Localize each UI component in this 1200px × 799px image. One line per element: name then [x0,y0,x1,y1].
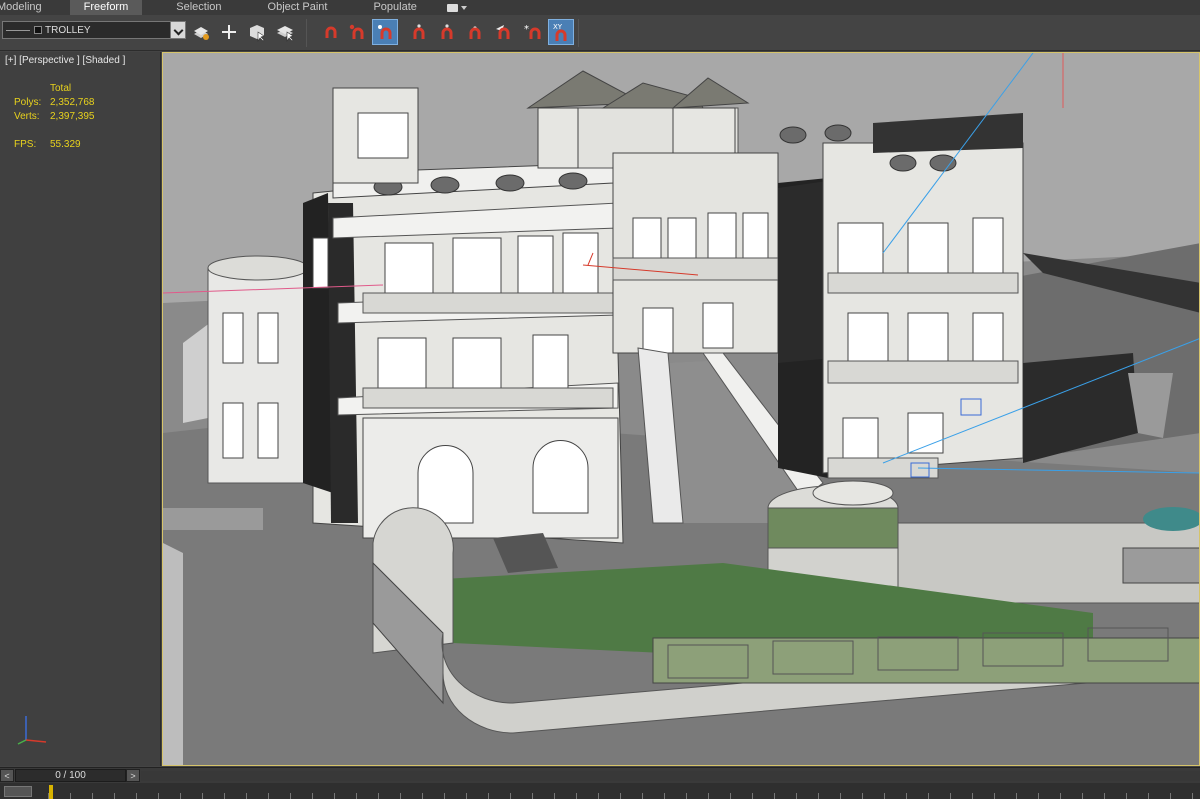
polys-value: 2,352,768 [50,97,95,108]
magnet-up-icon [413,24,425,39]
mansion-3d-scene [163,53,1199,765]
polys-label: Polys: [14,97,42,108]
viewport-label[interactable]: [+] [Perspective ] [Shaded ] [5,55,125,66]
tab-freeform[interactable]: Freeform [69,0,143,15]
select-object-button[interactable] [244,19,270,45]
snap-magnet-3-button[interactable] [372,19,398,45]
dropdown-arrow-icon [460,5,467,10]
perspective-viewport[interactable] [162,52,1200,766]
timeline-track[interactable] [141,771,1200,781]
snap-xy-magnet-button[interactable]: XY [548,19,574,45]
freeform-toolbar: TROLLEY * XY [0,15,1200,51]
frame-ruler[interactable] [48,783,1200,799]
command-panel [0,52,161,766]
ribbon-options-icon [446,3,458,12]
prev-frame-button[interactable]: < [0,769,14,782]
magnet-star-icon: * [524,24,541,39]
track-filter-icon[interactable] [4,786,32,797]
axis-tripod-icon [17,716,47,745]
magnet-icon [325,26,337,38]
layers-cursor-icon [277,26,294,42]
paint-select-button[interactable] [272,19,298,45]
box-cursor-icon [250,25,265,42]
magnet-direction-icon [496,25,510,39]
frame-counter[interactable]: 0 / 100 [15,769,126,782]
object-color-swatch [34,26,42,34]
tab-object-paint[interactable]: Object Paint [256,0,340,15]
tab-modeling[interactable]: Modeling [0,0,54,15]
snap-magnet-2-button[interactable] [344,19,370,45]
tab-selection[interactable]: Selection [164,0,233,15]
object-name: TROLLEY [45,24,91,36]
snap-magnet-1-button[interactable] [318,19,344,45]
track-bar [0,783,1200,799]
stats-total-label: Total [50,83,72,94]
toolbar-separator [306,19,307,47]
magnet-dot-icon [349,24,364,39]
create-plus-button[interactable] [216,19,242,45]
stack-paint-icon [194,27,209,40]
tab-populate[interactable]: Populate [361,0,428,15]
time-slider: < 0 / 100 > [0,767,1200,783]
magnet-xy-icon: XY [553,23,567,41]
magnet-surface-icon [378,25,392,39]
next-frame-button[interactable]: > [126,769,140,782]
verts-label: Verts: [14,111,40,122]
magnet-edge-icon [441,24,453,39]
snap-magnet-4-button[interactable] [406,19,432,45]
ribbon-tab-bar: Modeling Freeform Selection Object Paint… [0,0,1200,15]
ribbon-options-button[interactable] [429,3,467,12]
timeline-cursor[interactable] [49,785,53,799]
snap-magnet-8-button[interactable]: * [520,19,546,45]
toolbar-separator [578,19,579,47]
magnet-vertex-icon [469,26,481,39]
line-icon [6,29,30,31]
plus-icon [222,25,236,39]
snap-magnet-7-button[interactable] [490,19,516,45]
snap-magnet-5-button[interactable] [434,19,460,45]
paint-layers-button[interactable] [188,19,214,45]
scene-statistics: Total Polys: 2,352,768 Verts: 2,397,395 FP… [14,82,95,152]
svg-text:*: * [524,24,529,35]
snap-magnet-6-button[interactable] [462,19,488,45]
fps-value: 55.329 [50,139,81,150]
chevron-down-icon[interactable] [170,22,185,38]
verts-value: 2,397,395 [50,111,95,122]
fps-label: FPS: [14,139,37,150]
object-picker-dropdown[interactable]: TROLLEY [2,21,186,39]
